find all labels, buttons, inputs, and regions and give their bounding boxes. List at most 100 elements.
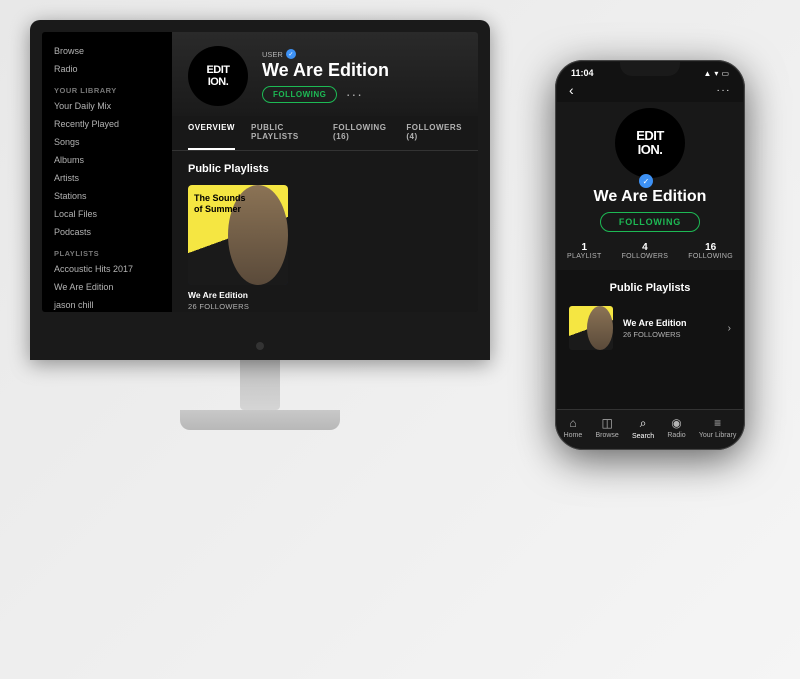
playlist-name: We Are Edition bbox=[188, 290, 288, 300]
tab-overview[interactable]: OVERVIEW bbox=[188, 116, 235, 150]
sidebar-item-recently-played[interactable]: Recently Played bbox=[42, 115, 172, 133]
artist-actions: FOLLOWING ··· bbox=[262, 85, 462, 103]
artist-user-label: USER ✓ bbox=[262, 49, 462, 59]
user-label-text: USER bbox=[262, 50, 283, 59]
phone-playlists-title: Public Playlists bbox=[569, 282, 731, 294]
imac-neck bbox=[240, 360, 280, 410]
phone-back-button[interactable]: ‹ bbox=[569, 82, 574, 98]
phone-thumb-inner bbox=[569, 306, 613, 350]
thumb-text: The Soundsof Summer bbox=[194, 193, 246, 215]
phone-notch bbox=[620, 62, 680, 76]
sidebar-playlist-2[interactable]: jason chill bbox=[42, 296, 172, 312]
playlists-section-title: Public Playlists bbox=[188, 163, 462, 175]
phone-nav-radio[interactable]: ◉ Radio bbox=[667, 416, 685, 440]
phone-thumb-figure bbox=[587, 306, 613, 350]
scene: Browse Radio YOUR LIBRARY Your Daily Mix… bbox=[0, 0, 800, 679]
home-icon: ⌂ bbox=[569, 416, 576, 430]
phone-playlist-info: We Are Edition 26 FOLLOWERS bbox=[623, 318, 718, 339]
status-icons: ▲ ▾ ▭ bbox=[704, 69, 730, 78]
phone-stat-followers-num: 4 bbox=[642, 242, 648, 253]
sidebar-item-browse[interactable]: Browse bbox=[42, 42, 172, 60]
phone-nav-browse-label: Browse bbox=[595, 432, 618, 439]
sidebar-item-podcasts[interactable]: Podcasts bbox=[42, 223, 172, 241]
wifi-icon: ▾ bbox=[714, 69, 718, 78]
imac-screen: Browse Radio YOUR LIBRARY Your Daily Mix… bbox=[42, 32, 478, 312]
phone-body: 11:04 ▲ ▾ ▭ ‹ ··· EDITION. bbox=[555, 60, 745, 450]
artist-info: USER ✓ We Are Edition FOLLOWING ··· bbox=[262, 49, 462, 103]
phone-stat-following: 16 FOLLOWING bbox=[688, 242, 733, 260]
row-chevron-right-icon: › bbox=[728, 323, 731, 334]
sidebar-label-playlists: PLAYLISTS bbox=[42, 241, 172, 260]
phone-nav-browse[interactable]: ◫ Browse bbox=[595, 416, 618, 440]
phone-stat-following-num: 16 bbox=[705, 242, 716, 253]
sidebar-item-daily-mix[interactable]: Your Daily Mix bbox=[42, 97, 172, 115]
phone-stat-followers-label: FOLLOWERS bbox=[622, 253, 669, 260]
playlist-thumbnail: The Soundsof Summer bbox=[188, 185, 288, 285]
sidebar-item-artists[interactable]: Artists bbox=[42, 169, 172, 187]
phone-playlist-thumb bbox=[569, 306, 613, 350]
playlist-card[interactable]: The Soundsof Summer We Are Edition 26 FO… bbox=[188, 185, 288, 311]
sidebar-label-library: YOUR LIBRARY bbox=[42, 78, 172, 97]
phone-stats: 1 PLAYLIST 4 FOLLOWERS 16 FOLLOWING bbox=[567, 242, 733, 260]
sidebar-item-local-files[interactable]: Local Files bbox=[42, 205, 172, 223]
sidebar-item-stations[interactable]: Stations bbox=[42, 187, 172, 205]
phone-stat-followers: 4 FOLLOWERS bbox=[622, 242, 669, 260]
more-options-button[interactable]: ··· bbox=[345, 85, 363, 103]
phone-device: 11:04 ▲ ▾ ▭ ‹ ··· EDITION. bbox=[555, 60, 745, 450]
phone-nav-home-label: Home bbox=[564, 432, 583, 439]
imac-device: Browse Radio YOUR LIBRARY Your Daily Mix… bbox=[30, 20, 490, 430]
playlist-followers: 26 FOLLOWERS bbox=[188, 302, 288, 311]
phone-stat-playlist: 1 PLAYLIST bbox=[567, 242, 602, 260]
logo-text: EDITION. bbox=[206, 64, 229, 88]
sidebar-item-albums[interactable]: Albums bbox=[42, 151, 172, 169]
phone-playlist-followers: 26 FOLLOWERS bbox=[623, 330, 718, 339]
phone-nav: ‹ ··· bbox=[557, 78, 743, 102]
browse-icon: ◫ bbox=[601, 416, 612, 430]
phone-nav-radio-label: Radio bbox=[667, 432, 685, 439]
following-button[interactable]: FOLLOWING bbox=[262, 86, 337, 103]
phone-nav-search-label: Search bbox=[632, 433, 654, 440]
phone-artist-name: We Are Edition bbox=[594, 188, 707, 206]
library-icon: ≡ bbox=[714, 416, 721, 430]
phone-bottom-nav: ⌂ Home ◫ Browse ⌕ Search ◉ Radio bbox=[557, 409, 743, 448]
status-time: 11:04 bbox=[571, 68, 594, 78]
playlist-thumb-inner: The Soundsof Summer bbox=[188, 185, 288, 285]
phone-nav-home[interactable]: ⌂ Home bbox=[564, 416, 583, 440]
phone-following-button[interactable]: FOLLOWING bbox=[600, 212, 700, 232]
signal-icon: ▲ bbox=[704, 69, 712, 78]
phone-playlist-name: We Are Edition bbox=[623, 318, 718, 328]
desktop-artist-name: We Are Edition bbox=[262, 61, 462, 79]
search-icon: ⌕ bbox=[640, 416, 647, 431]
imac-stand bbox=[180, 410, 340, 430]
sidebar-playlist-1[interactable]: We Are Edition bbox=[42, 278, 172, 296]
phone-stat-playlist-num: 1 bbox=[582, 242, 588, 253]
phone-nav-library[interactable]: ≡ Your Library bbox=[699, 416, 737, 440]
tab-following[interactable]: FOLLOWING (16) bbox=[333, 116, 390, 150]
phone-stat-following-label: FOLLOWING bbox=[688, 253, 733, 260]
sidebar-item-songs[interactable]: Songs bbox=[42, 133, 172, 151]
radio-icon: ◉ bbox=[671, 416, 681, 430]
sidebar-item-radio[interactable]: Radio bbox=[42, 60, 172, 78]
battery-icon: ▭ bbox=[721, 69, 729, 78]
phone-verified-badge: ✓ bbox=[639, 174, 653, 188]
playlists-section: Public Playlists The Soundsof Summer We … bbox=[172, 151, 478, 312]
nav-tabs: OVERVIEW PUBLIC PLAYLISTS FOLLOWING (16)… bbox=[172, 116, 478, 151]
phone-nav-library-label: Your Library bbox=[699, 432, 737, 439]
phone-stat-playlist-label: PLAYLIST bbox=[567, 253, 602, 260]
tab-public-playlists[interactable]: PUBLIC PLAYLISTS bbox=[251, 116, 317, 150]
phone-artist-logo: EDITION. bbox=[615, 108, 685, 178]
phone-artist-section: EDITION. ✓ We Are Edition FOLLOWING 1 PL… bbox=[557, 102, 743, 270]
phone-more-button[interactable]: ··· bbox=[717, 85, 732, 96]
artist-header: EDITION. USER ✓ We Are Edition FOLLOWING… bbox=[172, 32, 478, 116]
tab-followers[interactable]: FOLLOWERS (4) bbox=[406, 116, 462, 150]
artist-logo: EDITION. bbox=[188, 46, 248, 106]
main-content: EDITION. USER ✓ We Are Edition FOLLOWING… bbox=[172, 32, 478, 312]
phone-playlists-section: Public Playlists We Are Edition 26 FOLLO… bbox=[557, 270, 743, 409]
sidebar-playlist-0[interactable]: Accoustic Hits 2017 bbox=[42, 260, 172, 278]
verified-badge: ✓ bbox=[286, 49, 296, 59]
imac-bezel: Browse Radio YOUR LIBRARY Your Daily Mix… bbox=[30, 20, 490, 360]
phone-playlist-row[interactable]: We Are Edition 26 FOLLOWERS › bbox=[569, 302, 731, 354]
phone-screen: 11:04 ▲ ▾ ▭ ‹ ··· EDITION. bbox=[557, 62, 743, 448]
phone-nav-search[interactable]: ⌕ Search bbox=[632, 416, 654, 440]
phone-logo-text: EDITION. bbox=[636, 129, 664, 158]
